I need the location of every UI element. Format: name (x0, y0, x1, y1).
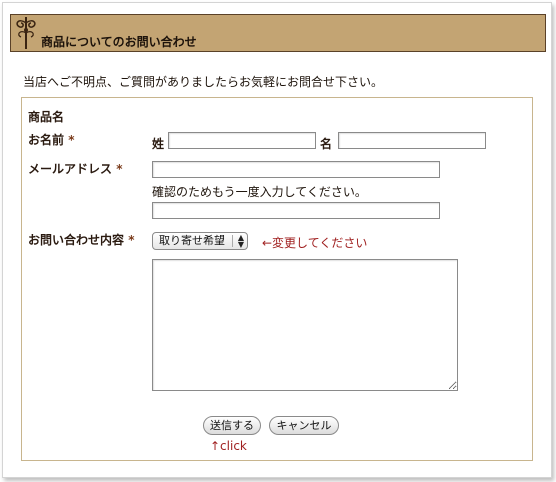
ornament-icon (16, 17, 36, 49)
email-label: メールアドレス * (28, 160, 122, 177)
first-name-input[interactable] (338, 132, 486, 149)
last-name-label: 姓 (152, 137, 165, 151)
email-label-text: メールアドレス (28, 162, 113, 176)
intro-text: 当店へご不明点、ご質問がありましたらお気軽にお問合せ下さい。 (23, 75, 384, 89)
inquiry-type-value: 取り寄せ希望 (159, 234, 225, 247)
select-divider (232, 235, 233, 247)
email-confirm-note: 確認のためもう一度入力してください。 (152, 185, 367, 199)
inquiry-type-select[interactable]: 取り寄せ希望 ▲ ▼ (152, 232, 248, 250)
required-mark: * (68, 133, 75, 147)
header-bar: 商品についてのお問い合わせ (10, 14, 546, 52)
product-label: 商品名 (28, 110, 65, 124)
first-name-label: 名 (320, 137, 333, 151)
message-textarea[interactable] (152, 259, 458, 391)
inquiry-label-text: お問い合わせ内容 (28, 233, 125, 247)
inquiry-form: 商品名 お名前 * 姓 名 メールアドレス * 確認のためもう一度入力してくださ… (21, 97, 533, 461)
change-hint: ←変更してください (262, 236, 368, 250)
required-mark: * (116, 162, 123, 176)
inquiry-label: お問い合わせ内容 * (28, 231, 134, 248)
click-hint: ↑click (210, 439, 247, 453)
updown-arrows-icon: ▲ ▼ (237, 233, 244, 249)
cancel-button[interactable]: キャンセル (269, 416, 339, 435)
email-confirm-input[interactable] (152, 202, 440, 219)
last-name-input[interactable] (168, 132, 316, 149)
name-label-text: お名前 (28, 133, 65, 147)
page-title: 商品についてのお問い合わせ (41, 35, 197, 49)
email-input[interactable] (152, 161, 440, 178)
required-mark: * (128, 233, 135, 247)
page-frame: 商品についてのお問い合わせ 当店へご不明点、ご質問がありましたらお気軽にお問合せ… (2, 2, 552, 478)
submit-button[interactable]: 送信する (203, 416, 261, 435)
name-label: お名前 * (28, 131, 74, 148)
